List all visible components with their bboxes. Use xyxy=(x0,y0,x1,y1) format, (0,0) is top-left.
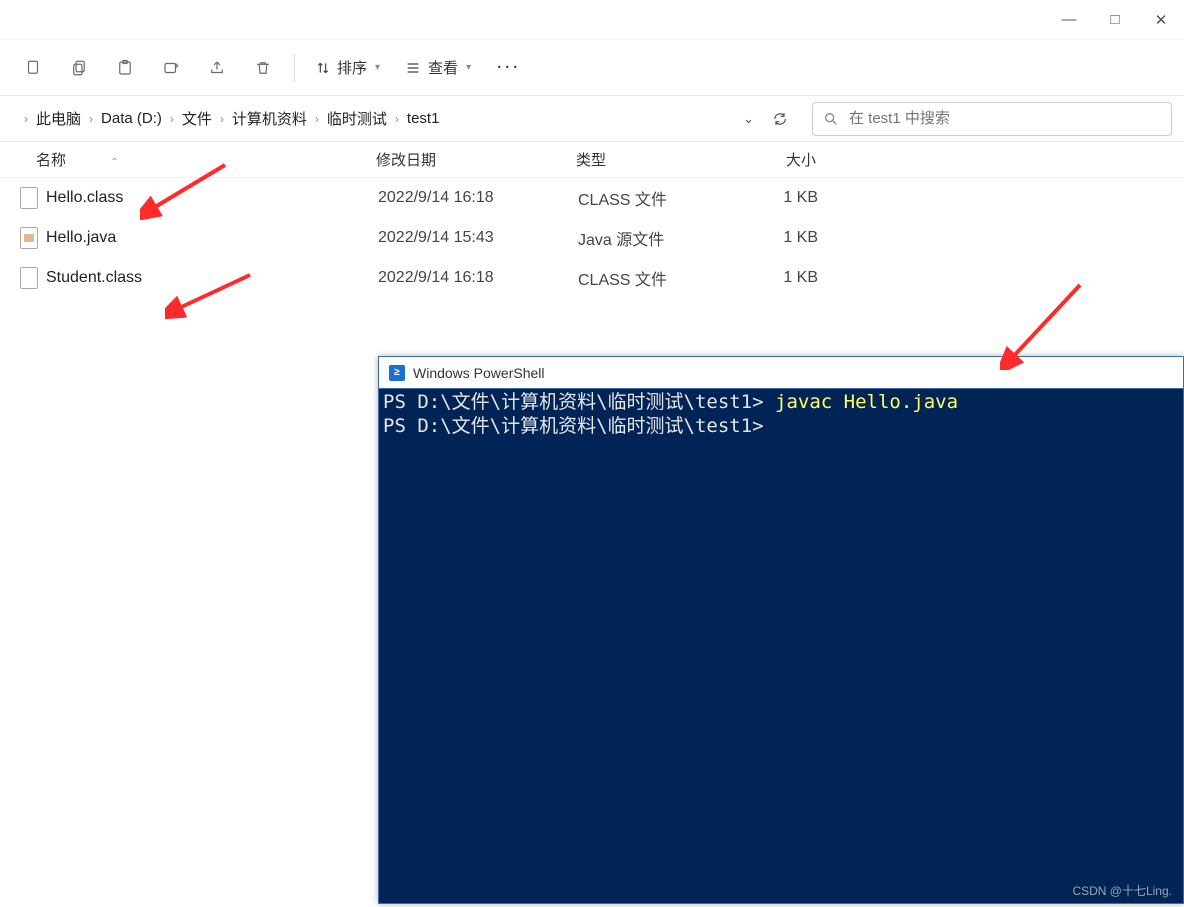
breadcrumb[interactable]: › 此电脑 › Data (D:) › 文件 › 计算机资料 › 临时测试 › … xyxy=(12,102,802,136)
breadcrumb-item[interactable]: Data (D:) xyxy=(97,110,166,127)
powershell-body[interactable]: PS D:\文件\计算机资料\临时测试\test1> javac Hello.j… xyxy=(379,389,1183,903)
column-name[interactable]: 名称 ⌃ xyxy=(36,149,376,170)
sort-button[interactable]: 排序 ▾ xyxy=(305,48,390,88)
window-maximize-button[interactable]: □ xyxy=(1092,4,1138,36)
ps-prompt: PS D:\文件\计算机资料\临时测试\test1> xyxy=(383,391,775,413)
column-size[interactable]: 大小 xyxy=(746,149,836,170)
file-date: 2022/9/14 16:18 xyxy=(378,269,578,287)
view-icon xyxy=(404,60,422,76)
powershell-window[interactable]: ≥ Windows PowerShell PS D:\文件\计算机资料\临时测试… xyxy=(378,356,1184,904)
column-date[interactable]: 修改日期 xyxy=(376,149,576,170)
watermark: CSDN @十七Ling. xyxy=(1072,882,1172,899)
sort-caret-icon: ⌃ xyxy=(110,157,118,168)
file-type: CLASS 文件 xyxy=(578,186,748,210)
copy-button[interactable] xyxy=(58,48,100,88)
file-row[interactable]: Hello.class 2022/9/14 16:18 CLASS 文件 1 K… xyxy=(0,178,1184,218)
file-icon xyxy=(20,187,38,209)
titlebar: — □ ✕ xyxy=(0,0,1184,40)
share-button[interactable] xyxy=(196,48,238,88)
paste-button[interactable] xyxy=(104,48,146,88)
view-button[interactable]: 查看 ▾ xyxy=(394,48,481,88)
refresh-icon[interactable] xyxy=(772,111,788,127)
address-row: › 此电脑 › Data (D:) › 文件 › 计算机资料 › 临时测试 › … xyxy=(0,96,1184,142)
file-date: 2022/9/14 16:18 xyxy=(378,189,578,207)
file-name: Hello.java xyxy=(46,229,378,247)
search-box[interactable] xyxy=(812,102,1172,136)
delete-button[interactable] xyxy=(242,48,284,88)
chevron-right-icon: › xyxy=(166,112,178,126)
search-icon xyxy=(823,111,839,127)
chevron-right-icon: › xyxy=(20,112,32,126)
chevron-down-icon[interactable]: ⌄ xyxy=(743,111,754,127)
file-size: 1 KB xyxy=(748,189,838,207)
file-icon xyxy=(20,267,38,289)
cut-button[interactable] xyxy=(12,48,54,88)
file-type: Java 源文件 xyxy=(578,226,748,250)
file-list: Hello.class 2022/9/14 16:18 CLASS 文件 1 K… xyxy=(0,178,1184,298)
file-name: Student.class xyxy=(46,269,378,287)
chevron-right-icon: › xyxy=(216,112,228,126)
window-minimize-button[interactable]: — xyxy=(1046,4,1092,36)
file-size: 1 KB xyxy=(748,229,838,247)
more-button[interactable]: ··· xyxy=(485,48,533,88)
breadcrumb-item[interactable]: test1 xyxy=(403,110,444,127)
chevron-right-icon: › xyxy=(85,112,97,126)
powershell-title-text: Windows PowerShell xyxy=(413,365,545,381)
chevron-right-icon: › xyxy=(311,112,323,126)
file-size: 1 KB xyxy=(748,269,838,287)
breadcrumb-item[interactable]: 临时测试 xyxy=(323,108,391,129)
powershell-icon: ≥ xyxy=(389,365,405,381)
breadcrumb-item[interactable]: 此电脑 xyxy=(32,108,85,129)
toolbar: 排序 ▾ 查看 ▾ ··· xyxy=(0,40,1184,96)
file-type: CLASS 文件 xyxy=(578,266,748,290)
file-row[interactable]: Student.class 2022/9/14 16:18 CLASS 文件 1… xyxy=(0,258,1184,298)
rename-button[interactable] xyxy=(150,48,192,88)
ps-command: javac Hello.java xyxy=(775,391,958,413)
chevron-right-icon: › xyxy=(391,112,403,126)
chevron-down-icon: ▾ xyxy=(375,62,380,73)
ellipsis-icon: ··· xyxy=(497,59,521,76)
window-close-button[interactable]: ✕ xyxy=(1138,4,1184,36)
search-input[interactable] xyxy=(849,110,1161,127)
breadcrumb-item[interactable]: 计算机资料 xyxy=(228,108,311,129)
chevron-down-icon: ▾ xyxy=(466,62,471,73)
column-headers: 名称 ⌃ 修改日期 类型 大小 xyxy=(0,142,1184,178)
ps-prompt: PS D:\文件\计算机资料\临时测试\test1> xyxy=(383,415,764,437)
sort-icon xyxy=(315,60,331,76)
toolbar-separator xyxy=(294,54,295,82)
breadcrumb-item[interactable]: 文件 xyxy=(178,108,216,129)
powershell-titlebar[interactable]: ≥ Windows PowerShell xyxy=(379,357,1183,389)
file-icon xyxy=(20,227,38,249)
file-row[interactable]: Hello.java 2022/9/14 15:43 Java 源文件 1 KB xyxy=(0,218,1184,258)
file-name: Hello.class xyxy=(46,189,378,207)
column-type[interactable]: 类型 xyxy=(576,149,746,170)
view-label: 查看 xyxy=(428,57,458,78)
file-date: 2022/9/14 15:43 xyxy=(378,229,578,247)
sort-label: 排序 xyxy=(337,57,367,78)
